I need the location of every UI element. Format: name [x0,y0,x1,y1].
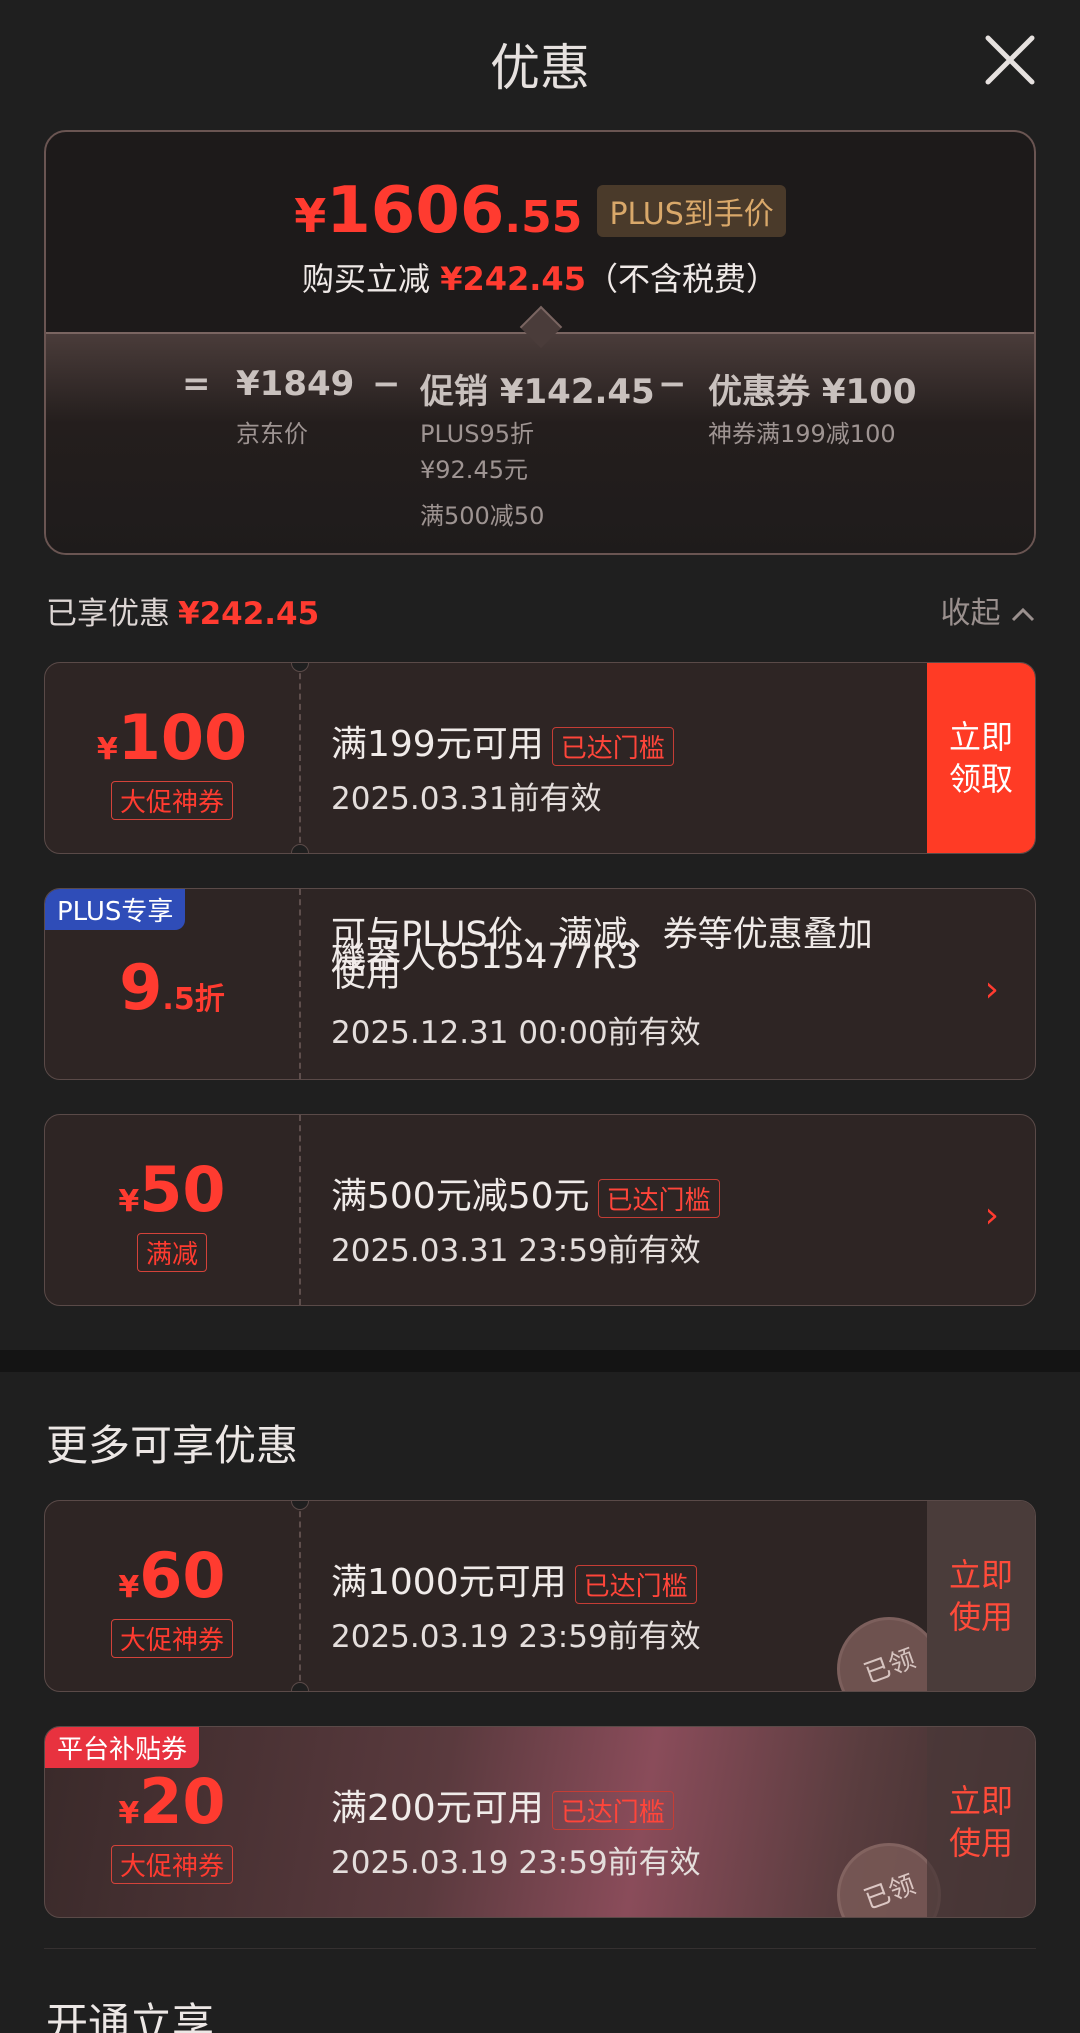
chevron-right-icon[interactable]: › [985,969,999,1010]
section-divider [0,1350,1080,1372]
coupon-type-tag: 满减 [136,1233,208,1272]
coupon-amount: ¥20 [118,1765,226,1838]
enjoyed-discount: 已享优惠 ¥242.45 [46,596,320,632]
use-now-button[interactable]: 立即使用 [927,1501,1035,1691]
coupon-card[interactable]: ¥100 大促神券 满199元可用 已达门槛 2025.03.31前有效 立即领取 [44,662,1036,854]
final-price: ¥1606.55 [294,174,583,248]
coupon-condition: 满500元减50元 已达门槛 [331,1167,951,1219]
coupon-type-tag: 大促神券 [110,781,234,820]
coupon-card[interactable]: PLUS专享 9.5折 可与PLUS价、满减、券等优惠叠加 使用 機器人6515… [44,888,1036,1080]
coupon-amount: ¥60 [118,1539,226,1612]
coupon-card[interactable]: 平台补贴券 ¥20 大促神券 满200元可用 已达门槛 2025.03.19 23… [44,1726,1036,1918]
dashed-divider [299,1501,301,1691]
coupon-type-tag: 大促神券 [110,1845,234,1884]
coupon-condition: 可与PLUS价、满减、券等优惠叠加 使用 機器人6515477R3 [331,915,873,995]
coupon-card[interactable]: ¥50 满减 满500元减50元 已达门槛 2025.03.31 23:59前有效… [44,1114,1036,1306]
coupon-condition: 满1000元可用 已达门槛 [331,1553,951,1605]
coupon-validity: 2025.03.31 23:59前有效 [331,1233,701,1269]
use-now-button[interactable]: 立即使用 [927,1727,1035,1917]
coupon-type-tag: 大促神券 [110,1619,234,1658]
threshold-badge: 已达门槛 [597,1178,720,1218]
dashed-divider [299,889,301,1079]
dashed-divider [299,663,301,853]
coupon-validity: 2025.12.31 00:00前有效 [331,1015,701,1051]
divider-line [44,1948,1036,1949]
threshold-badge: 已达门槛 [551,726,674,766]
chevron-right-icon[interactable]: › [985,1195,999,1236]
page-title: 优惠 [490,39,590,97]
price-summary-panel: ¥1606.55 PLUS到手价 购买立减 ¥242.45（不含税费） = ¥1… [44,130,1036,555]
coupon-condition: 满200元可用 已达门槛 [331,1779,951,1831]
plus-price-badge: PLUS到手价 [597,185,786,237]
jd-price-label: 京东价 [236,420,308,448]
section-title-open: 开通立享 [46,1999,215,2033]
coupon-amount: ¥50 [118,1153,226,1226]
coupon-validity: 2025.03.31前有效 [331,781,602,817]
watermark-overlay: 機器人6515477R3 [331,937,639,977]
final-price-line: ¥1606.55 PLUS到手价 [46,174,1034,248]
header: 优惠 [0,0,1080,122]
coupon-card[interactable]: ¥60 大促神券 满1000元可用 已达门槛 2025.03.19 23:59前有… [44,1500,1036,1692]
discount-rate: 9.5折 [119,951,225,1024]
close-icon[interactable] [980,30,1040,90]
claim-now-button[interactable]: 立即领取 [927,663,1035,853]
coupon-amount: ¥100 [96,701,248,774]
jd-price: ¥1849 [236,364,355,404]
coupon-amount: 优惠券 ¥100 [708,372,917,412]
coupon-condition: 满199元可用 已达门槛 [331,715,951,767]
threshold-badge: 已达门槛 [574,1564,697,1604]
promo-amount: 促销 ¥142.45 [420,372,655,412]
section-title-more: 更多可享优惠 [46,1421,299,1470]
threshold-badge: 已达门槛 [551,1790,674,1830]
instant-reduction: 购买立减 ¥242.45（不含税费） [302,260,778,298]
collapse-button[interactable]: 收起 [940,588,1036,632]
price-formula: = ¥1849 京东价 − 促销 ¥142.45 PLUS95折 ¥92.45元… [46,332,1034,553]
chevron-up-icon [1011,607,1035,621]
dashed-divider [299,1115,301,1305]
